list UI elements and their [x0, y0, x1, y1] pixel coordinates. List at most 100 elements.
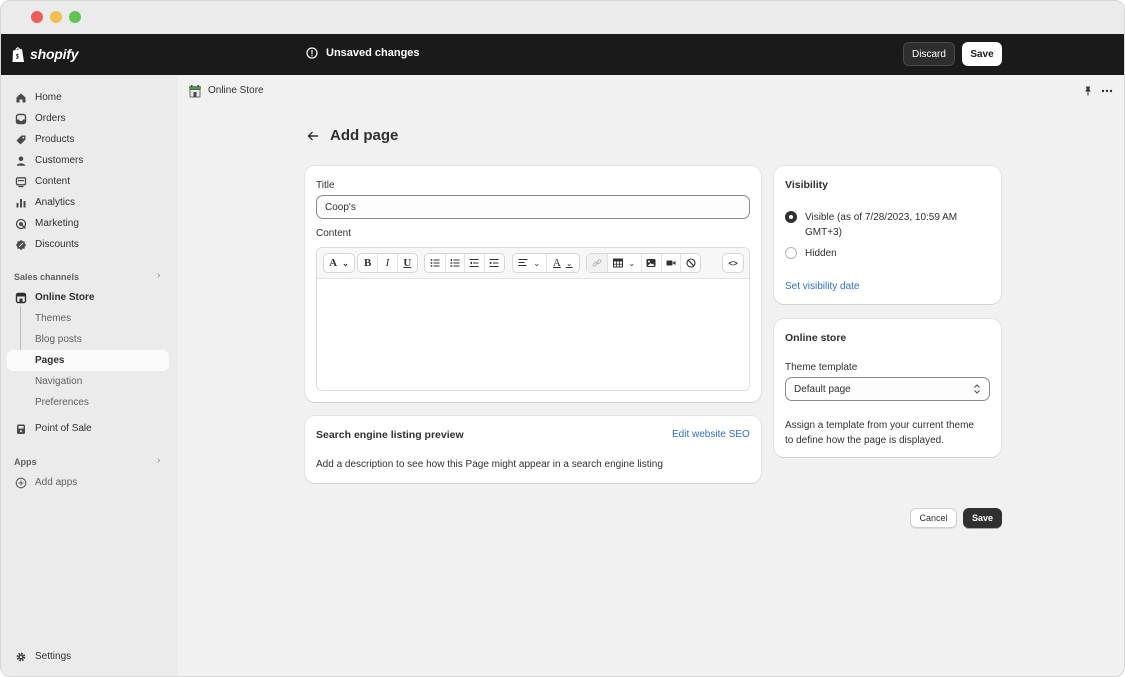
cancel-button[interactable]: Cancel: [910, 508, 957, 528]
sidebar-item-discounts[interactable]: Discounts: [7, 234, 169, 255]
save-button[interactable]: Save: [963, 508, 1002, 528]
pos-icon: [15, 423, 27, 435]
online-store-card: Online store Theme template Default page…: [774, 319, 1001, 457]
page-title: Add page: [330, 127, 399, 144]
gear-icon: [15, 651, 27, 663]
text-style-dropdown[interactable]: A ⌄: [324, 254, 354, 272]
edit-website-seo-link[interactable]: Edit website SEO: [672, 429, 750, 440]
shopify-logo[interactable]: shopify: [11, 45, 79, 63]
unsaved-changes-indicator: Unsaved changes: [306, 47, 420, 59]
plus-circle-icon: [15, 477, 27, 489]
sidebar-subitem-blog-posts[interactable]: Blog posts: [7, 329, 169, 350]
inbox-icon: [15, 113, 27, 125]
sidebar-item-analytics[interactable]: Analytics: [7, 192, 169, 213]
italic-icon[interactable]: I: [378, 254, 396, 272]
table-dropdown[interactable]: ⌄: [608, 254, 641, 272]
theme-template-select[interactable]: Default page: [785, 377, 990, 401]
sidebar-subitem-themes[interactable]: Themes: [7, 308, 169, 329]
sidebar-item-label: Discounts: [35, 239, 79, 250]
sidebar-item-customers[interactable]: Customers: [7, 150, 169, 171]
editor-content-area[interactable]: [317, 279, 749, 390]
close-window-button[interactable]: [31, 11, 43, 23]
video-icon[interactable]: [662, 254, 681, 272]
title-input-value: Coop's: [325, 201, 356, 213]
visible-radio[interactable]: [785, 211, 797, 223]
align-color-group: ⌄ A ⌄: [512, 253, 580, 273]
html-group: <>: [722, 253, 744, 273]
discount-icon: [15, 239, 27, 251]
align-dropdown[interactable]: ⌄: [513, 254, 546, 272]
minimize-window-button[interactable]: [50, 11, 62, 23]
editor-toolbar: A ⌄ B I U ⌄ A ⌄ ⌄ <>: [317, 248, 749, 279]
pin-icon[interactable]: [1082, 85, 1094, 97]
sidebar-subitem-preferences[interactable]: Preferences: [7, 392, 169, 413]
sidebar-item-point-of-sale[interactable]: Point of Sale: [7, 418, 169, 439]
clear-formatting-icon[interactable]: [681, 254, 700, 272]
sales-channels-label: Sales channels: [14, 272, 80, 282]
brand-name: shopify: [30, 46, 79, 62]
visible-option-label: Visible (as of 7/28/2023, 10:59 AM: [805, 212, 958, 223]
sidebar-item-add-apps[interactable]: Add apps: [7, 472, 169, 493]
chevron-right-icon[interactable]: ›: [157, 270, 160, 281]
home-icon: [15, 92, 27, 104]
more-actions-icon[interactable]: [1100, 84, 1114, 98]
image-icon[interactable]: [642, 254, 661, 272]
sidebar-item-settings[interactable]: Settings: [7, 646, 169, 667]
sidebar-subitem-pages[interactable]: Pages: [7, 350, 169, 371]
theme-template-value: Default page: [794, 383, 851, 395]
code-view-icon[interactable]: <>: [723, 254, 743, 272]
sidebar-item-home[interactable]: Home: [7, 87, 169, 108]
hidden-radio[interactable]: [785, 247, 797, 259]
content-label: Content: [316, 228, 352, 239]
visible-option-label-2: GMT+3): [805, 227, 842, 238]
sidebar-item-online-store[interactable]: Online Store: [7, 287, 169, 308]
text-color-dropdown[interactable]: A ⌄: [546, 254, 579, 272]
theme-template-help-line-2: to define how the page is displayed.: [785, 435, 944, 446]
insert-group: ⌄: [586, 253, 701, 273]
visibility-card-title: Visibility: [785, 179, 828, 191]
person-icon: [15, 155, 27, 167]
online-store-card-title: Online store: [785, 332, 847, 344]
sidebar-item-label: Preferences: [35, 397, 89, 408]
subheader-title: Online Store: [208, 85, 264, 96]
link-icon[interactable]: [587, 254, 607, 272]
window-titlebar: [1, 1, 1124, 34]
numbered-list-icon[interactable]: [445, 254, 464, 272]
bold-icon[interactable]: B: [358, 254, 377, 272]
theme-template-help: Assign a template from your current them…: [785, 418, 974, 448]
sidebar-item-label: Navigation: [35, 376, 83, 387]
content-icon: [15, 176, 27, 188]
save-button-top[interactable]: Save: [962, 42, 1002, 66]
underline-icon[interactable]: U: [398, 254, 417, 272]
shopify-bag-icon: [12, 46, 24, 62]
sidebar-item-orders[interactable]: Orders: [7, 108, 169, 129]
sidebar-item-marketing[interactable]: Marketing: [7, 213, 169, 234]
sidebar-item-label: Marketing: [35, 218, 79, 229]
visible-option[interactable]: Visible (as of 7/28/2023, 10:59 AM GMT+3…: [785, 210, 957, 240]
sidebar-item-label: Customers: [35, 155, 84, 166]
maximize-window-button[interactable]: [69, 11, 81, 23]
title-input[interactable]: Coop's: [316, 195, 750, 219]
sidebar-item-products[interactable]: Products: [7, 129, 169, 150]
sidebar-item-label: Online Store: [35, 292, 95, 303]
theme-template-help-line-1: Assign a template from your current them…: [785, 420, 974, 431]
sidebar-item-label: Content: [35, 176, 71, 187]
arrow-left-icon[interactable]: [306, 129, 320, 143]
set-visibility-date-link[interactable]: Set visibility date: [785, 281, 859, 292]
visible-option-text: Visible (as of 7/28/2023, 10:59 AM GMT+3…: [805, 210, 957, 240]
page-content-card: Title Coop's Content A ⌄ B I U ⌄ A ⌄ ⌄ <…: [305, 166, 761, 402]
bullet-list-icon[interactable]: [425, 254, 445, 272]
text-style-group: A ⌄: [323, 253, 355, 273]
indent-icon[interactable]: [484, 254, 504, 272]
chevron-right-icon[interactable]: ›: [157, 455, 160, 466]
theme-template-label: Theme template: [785, 362, 858, 373]
hidden-option[interactable]: Hidden: [785, 246, 837, 261]
outdent-icon[interactable]: [465, 254, 484, 272]
sidebar-item-content[interactable]: Content: [7, 171, 169, 192]
format-group: B I U: [357, 253, 418, 273]
discard-button[interactable]: Discard: [903, 42, 955, 66]
seo-card-title: Search engine listing preview: [316, 429, 464, 441]
sidebar-subitem-navigation[interactable]: Navigation: [7, 371, 169, 392]
tag-icon: [15, 134, 27, 146]
page-header: Add page: [306, 127, 398, 144]
